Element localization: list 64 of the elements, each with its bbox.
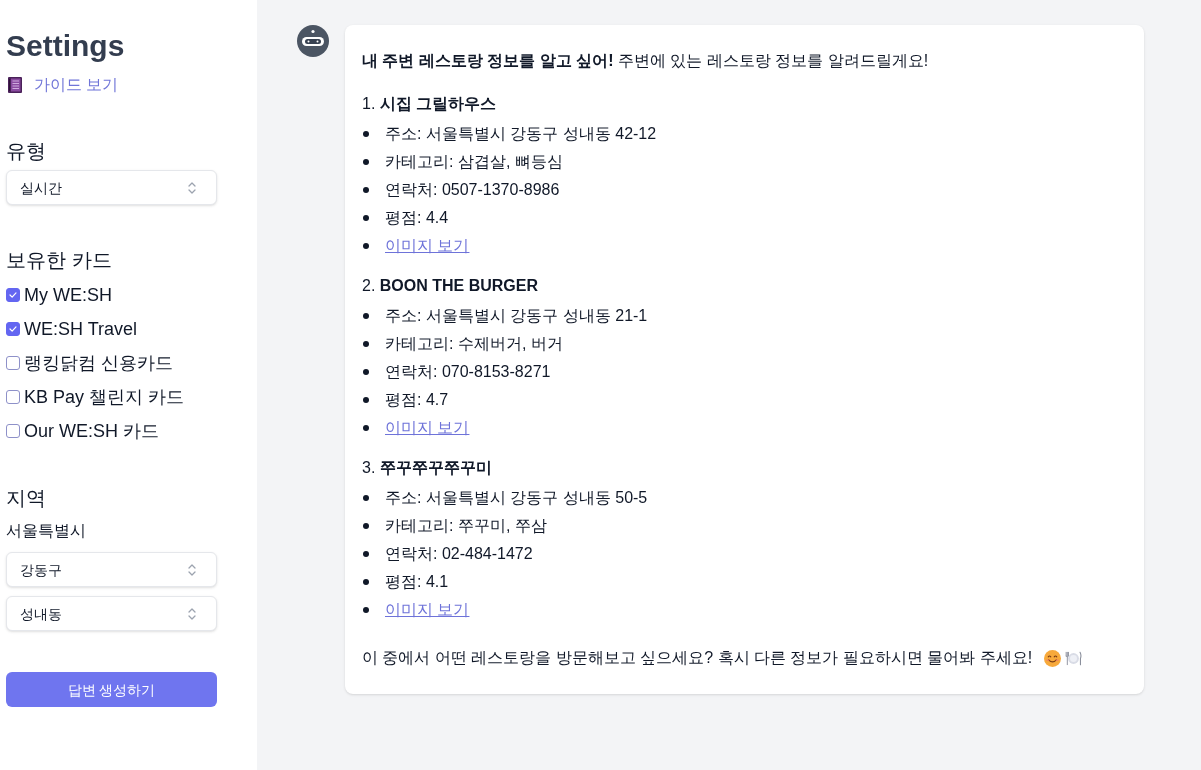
sidebar-title: Settings bbox=[6, 28, 126, 64]
check-icon bbox=[9, 326, 17, 332]
checkbox[interactable] bbox=[6, 356, 20, 370]
check-icon bbox=[9, 292, 17, 298]
region-select[interactable]: 성내동 bbox=[6, 596, 217, 631]
detail-text: 평점: 4.1 bbox=[385, 572, 449, 592]
detail-text: 연락처: 0507-1370-8986 bbox=[385, 180, 560, 200]
bullet-icon bbox=[363, 397, 369, 403]
checkbox[interactable] bbox=[6, 288, 20, 302]
chevron-up-down-icon bbox=[188, 563, 196, 576]
chevron-up-down-icon bbox=[188, 181, 196, 194]
bullet-icon bbox=[363, 495, 369, 501]
checkbox[interactable] bbox=[6, 322, 20, 336]
bullet-icon bbox=[363, 425, 369, 431]
detail-text: 주소: 서울특별시 강동구 성내동 42-12 bbox=[385, 124, 657, 144]
detail-text: 연락처: 070-8153-8271 bbox=[385, 362, 551, 382]
bullet-icon bbox=[363, 131, 369, 137]
message-intro: 내 주변 레스토랑 정보를 알고 싶어! 주변에 있는 레스토랑 정보를 알려드릴게요! bbox=[362, 51, 930, 71]
city-label: 서울특별시 bbox=[6, 521, 87, 541]
bullet-icon bbox=[363, 341, 369, 347]
bullet-icon bbox=[363, 523, 369, 529]
detail-text: 주소: 서울특별시 강동구 성내동 21-1 bbox=[385, 306, 648, 326]
bullet-icon bbox=[363, 369, 369, 375]
robot-avatar-icon bbox=[297, 25, 329, 57]
smiling-face-icon bbox=[1044, 649, 1062, 667]
restaurant-heading: 1. 시집 그릴하우스 bbox=[362, 94, 498, 114]
detail-text: 카테고리: 쭈꾸미, 쭈삼 bbox=[385, 516, 547, 536]
image-link[interactable]: 이미지 보기 bbox=[385, 414, 470, 442]
restaurant-heading: 2. BOON THE BURGER bbox=[362, 276, 540, 296]
bullet-icon bbox=[363, 551, 369, 557]
image-link[interactable]: 이미지 보기 bbox=[385, 596, 470, 624]
generate-answer-button[interactable]: 답변 생성하기 bbox=[6, 672, 217, 707]
image-link[interactable]: 이미지 보기 bbox=[385, 232, 470, 260]
checkbox[interactable] bbox=[6, 424, 20, 438]
region-label: 지역 bbox=[6, 486, 47, 511]
detail-text: 카테고리: 삼겹살, 뼈등심 bbox=[385, 152, 563, 172]
bullet-icon bbox=[363, 187, 369, 193]
region-select[interactable]: 강동구 bbox=[6, 552, 217, 587]
checkbox-label[interactable]: My WE:SH bbox=[24, 281, 112, 309]
bullet-icon bbox=[363, 215, 369, 221]
bullet-icon bbox=[363, 313, 369, 319]
chevron-up-down-icon bbox=[188, 607, 196, 620]
restaurant-heading: 3. 쭈꾸쭈꾸쭈꾸미 bbox=[362, 458, 493, 478]
bullet-icon bbox=[363, 579, 369, 585]
detail-text: 평점: 4.7 bbox=[385, 390, 449, 410]
checkbox-label[interactable]: WE:SH Travel bbox=[24, 315, 138, 343]
plate-with-cutlery-icon bbox=[1065, 650, 1083, 666]
type-label: 유형 bbox=[6, 139, 47, 164]
cards-label: 보유한 카드 bbox=[6, 248, 113, 273]
detail-text: 카테고리: 수제버거, 버거 bbox=[385, 334, 563, 354]
guide-link[interactable]: 가이드 보기 bbox=[34, 73, 119, 97]
checkbox-label[interactable]: 랭킹닭컴 신용카드 bbox=[24, 349, 173, 377]
detail-text: 연락처: 02-484-1472 bbox=[385, 544, 533, 564]
checkbox-label[interactable]: Our WE:SH 카드 bbox=[24, 417, 159, 445]
checkbox-label[interactable]: KB Pay 챌린지 카드 bbox=[24, 383, 185, 411]
message-closing: 이 중에서 어떤 레스토랑을 방문해보고 싶으세요? 혹시 다른 정보가 필요하시면 물어봐 주세요! bbox=[362, 648, 1033, 668]
bullet-icon bbox=[363, 243, 369, 249]
detail-text: 주소: 서울특별시 강동구 성내동 50-5 bbox=[385, 488, 648, 508]
detail-text: 평점: 4.4 bbox=[385, 208, 449, 228]
bullet-icon bbox=[363, 159, 369, 165]
notebook-icon bbox=[8, 77, 22, 93]
type-select[interactable]: 실시간 bbox=[6, 170, 217, 205]
bullet-icon bbox=[363, 607, 369, 613]
checkbox[interactable] bbox=[6, 390, 20, 404]
